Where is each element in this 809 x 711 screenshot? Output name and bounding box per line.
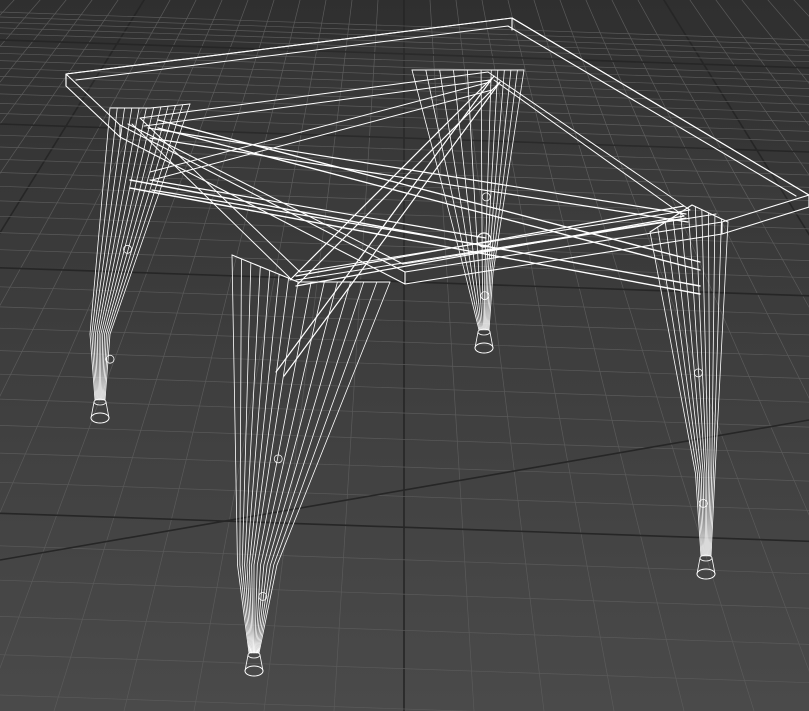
3d-viewport[interactable]	[0, 0, 809, 711]
viewport-canvas[interactable]	[0, 0, 809, 711]
